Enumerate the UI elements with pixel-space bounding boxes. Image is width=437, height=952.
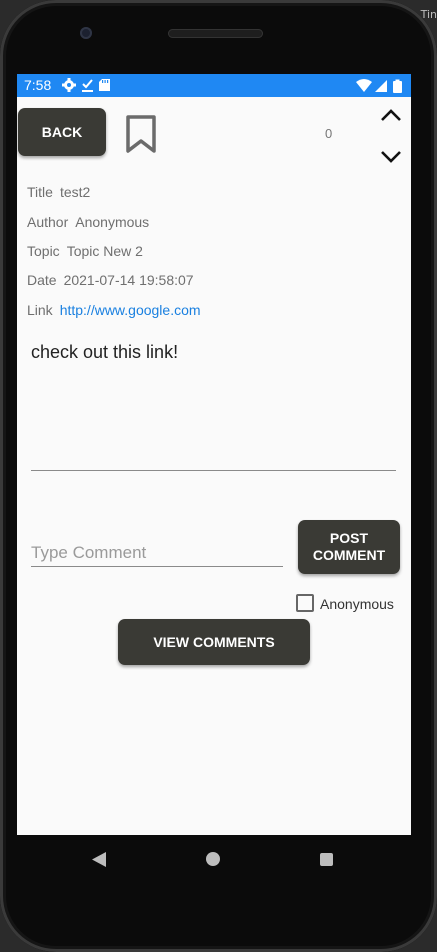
chevron-down-icon[interactable] <box>378 146 404 171</box>
window-title-fragment: Tin <box>420 8 437 21</box>
meta-value: 2021-07-14 19:58:07 <box>63 272 194 288</box>
anonymous-checkbox[interactable] <box>296 594 314 612</box>
status-right-icons <box>356 78 404 98</box>
comment-input[interactable] <box>31 540 283 567</box>
meta-row-date: Date 2021-07-14 19:58:07 <box>27 272 194 288</box>
meta-label: Topic <box>27 243 60 259</box>
meta-value: Anonymous <box>75 214 150 230</box>
bookmark-icon[interactable] <box>125 114 157 159</box>
meta-label: Date <box>27 272 57 288</box>
phone-frame: 7:58 BACK 0 Title test2 Author Anonymous… <box>0 0 437 952</box>
status-time: 7:58 <box>24 77 52 93</box>
signal-icon <box>375 80 387 92</box>
nav-recents-icon[interactable] <box>320 853 333 866</box>
front-camera <box>80 27 92 39</box>
vote-count: 0 <box>325 126 333 141</box>
post-comment-button[interactable]: POST COMMENT <box>298 520 400 574</box>
chevron-up-icon[interactable] <box>378 106 404 131</box>
sd-card-icon <box>99 79 110 91</box>
status-bar: 7:58 <box>17 74 411 97</box>
meta-value: test2 <box>59 184 91 200</box>
meta-row-title: Title test2 <box>27 184 90 200</box>
meta-row-author: Author Anonymous <box>27 214 149 230</box>
meta-row-link: Link http://www.google.com <box>27 302 201 318</box>
screen: 7:58 BACK 0 Title test2 Author Anonymous… <box>17 74 411 835</box>
settings-icon <box>62 78 76 92</box>
meta-label: Title <box>27 184 53 200</box>
post-body-underline <box>31 470 396 471</box>
wifi-icon <box>356 79 372 92</box>
nav-back-icon[interactable] <box>92 852 106 872</box>
battery-icon <box>393 79 402 93</box>
earpiece-speaker <box>168 29 263 38</box>
view-comments-button[interactable]: VIEW COMMENTS <box>118 619 310 665</box>
meta-label: Link <box>27 302 53 318</box>
nav-home-icon[interactable] <box>206 852 220 866</box>
anonymous-label: Anonymous <box>320 596 394 612</box>
post-link[interactable]: http://www.google.com <box>60 302 201 318</box>
status-left-icons <box>62 77 120 98</box>
meta-row-topic: Topic Topic New 2 <box>27 243 143 259</box>
download-done-icon <box>82 79 93 92</box>
meta-value: Topic New 2 <box>66 243 143 259</box>
post-body: check out this link! <box>31 342 179 362</box>
back-button[interactable]: BACK <box>18 108 106 156</box>
meta-label: Author <box>27 214 69 230</box>
